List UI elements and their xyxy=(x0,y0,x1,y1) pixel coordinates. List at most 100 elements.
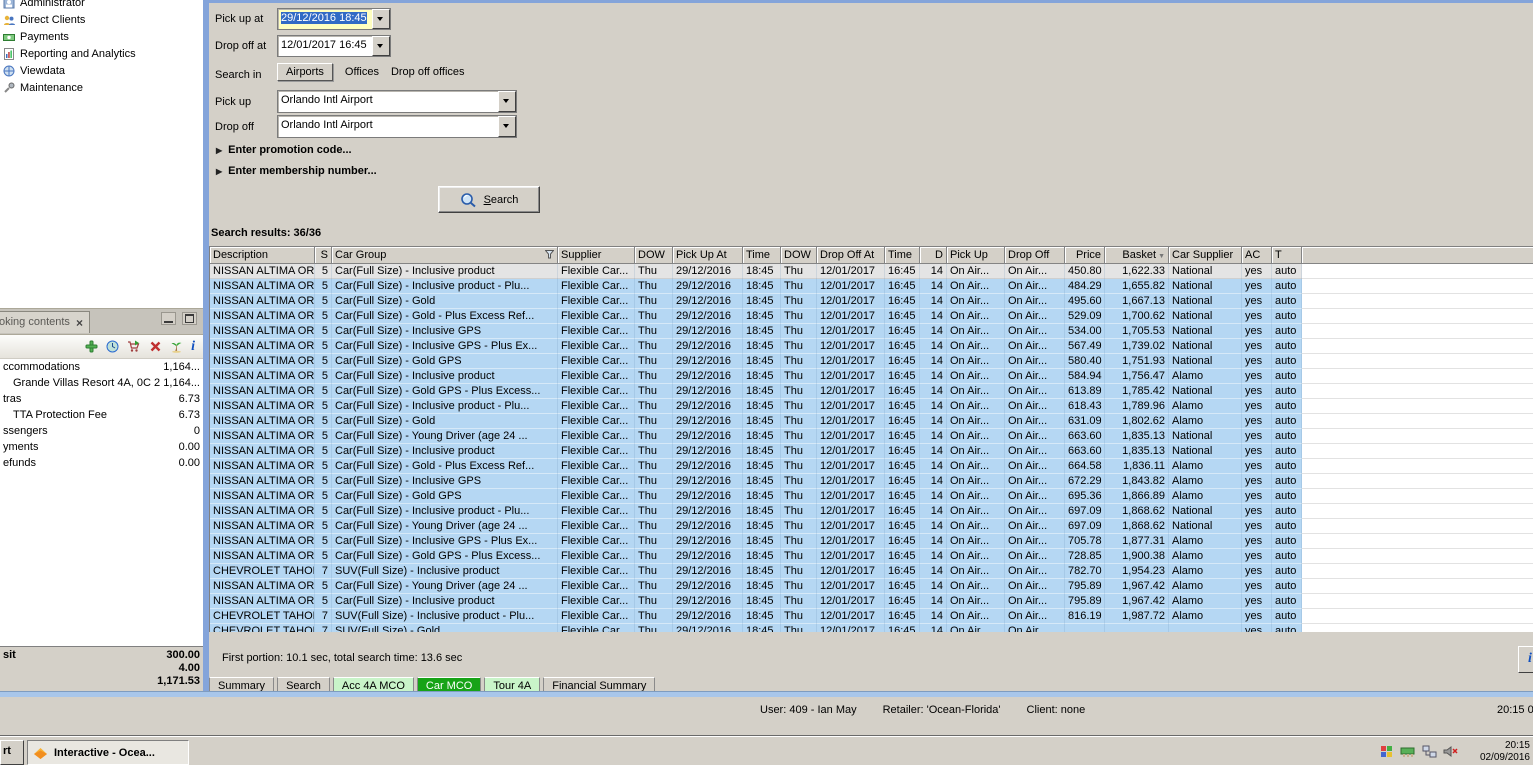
table-row[interactable]: CHEVROLET TAHOE ...7SUV(Full Size) - Inc… xyxy=(210,564,1302,579)
delete-icon[interactable] xyxy=(149,340,162,353)
column-header-description[interactable]: Description xyxy=(210,247,315,264)
column-header-ac[interactable]: AC xyxy=(1242,247,1272,264)
column-header-d[interactable]: D xyxy=(920,247,947,264)
table-row[interactable]: NISSAN ALTIMA OR ...5Car(Full Size) - In… xyxy=(210,444,1302,459)
table-cell: auto xyxy=(1272,354,1302,369)
sidebar-item-maintenance[interactable]: Maintenance xyxy=(3,79,201,96)
table-row[interactable]: NISSAN ALTIMA OR ...5Car(Full Size) - Go… xyxy=(210,354,1302,369)
chevron-down-icon[interactable] xyxy=(372,9,390,29)
table-row[interactable]: NISSAN ALTIMA OR ...5Car(Full Size) - In… xyxy=(210,504,1302,519)
booking-item[interactable]: tras6.73 xyxy=(0,391,203,407)
booking-item[interactable]: efunds0.00 xyxy=(0,455,203,471)
column-header-supplier[interactable]: Supplier xyxy=(558,247,635,264)
table-row[interactable]: NISSAN ALTIMA OR ...5Car(Full Size) - In… xyxy=(210,594,1302,609)
palm-tree-icon[interactable] xyxy=(170,340,183,353)
promotion-code-expander[interactable]: ▶ Enter promotion code... xyxy=(216,144,352,156)
table-cell: 29/12/2016 xyxy=(673,429,743,444)
booking-item[interactable]: Grande Villas Resort 4A, 0C 21,164... xyxy=(0,375,203,391)
column-header-t[interactable]: T xyxy=(1272,247,1302,264)
tray-clock[interactable]: 20:15 02/09/2016 xyxy=(1466,739,1530,764)
table-cell: 29/12/2016 xyxy=(673,264,743,279)
pickup-location-select[interactable]: Orlando Intl Airport xyxy=(277,90,517,113)
table-row[interactable]: NISSAN ALTIMA OR ...5Car(Full Size) - In… xyxy=(210,264,1302,279)
info-button[interactable]: i xyxy=(1518,646,1533,673)
search-in-tab-offices[interactable]: Offices xyxy=(345,64,379,80)
table-row[interactable]: NISSAN ALTIMA OR ...5Car(Full Size) - Go… xyxy=(210,489,1302,504)
column-header-price[interactable]: Price xyxy=(1065,247,1105,264)
column-header-s[interactable]: S xyxy=(315,247,332,264)
table-row[interactable]: NISSAN ALTIMA OR ...5Car(Full Size) - Yo… xyxy=(210,579,1302,594)
column-header-pick-up-at[interactable]: Pick Up At xyxy=(673,247,743,264)
table-cell: 1,835.13 xyxy=(1105,429,1169,444)
table-cell: Thu xyxy=(635,324,673,339)
table-row[interactable]: NISSAN ALTIMA OR ...5Car(Full Size) - Go… xyxy=(210,549,1302,564)
column-header-pick-up[interactable]: Pick Up xyxy=(947,247,1005,264)
info-icon[interactable]: i xyxy=(191,339,195,355)
clock-icon[interactable] xyxy=(106,340,119,353)
sidebar-item-payments[interactable]: Payments xyxy=(3,28,201,45)
pickup-at-field[interactable]: 29/12/2016 18:45 xyxy=(277,8,391,30)
table-cell: Thu xyxy=(781,549,817,564)
column-header-car-supplier[interactable]: Car Supplier xyxy=(1169,247,1242,264)
search-button[interactable]: Search xyxy=(438,186,540,213)
table-cell: 5 xyxy=(315,444,332,459)
maximize-icon[interactable] xyxy=(182,312,197,325)
search-in-tab-airports[interactable]: Airports xyxy=(277,63,333,81)
membership-number-expander[interactable]: ▶ Enter membership number... xyxy=(216,165,377,177)
sidebar-item-reporting-and-analytics[interactable]: Reporting and Analytics xyxy=(3,45,201,62)
search-in-tab-drop-off-offices[interactable]: Drop off offices xyxy=(391,64,465,80)
network-connection-icon[interactable] xyxy=(1422,745,1437,758)
table-row[interactable]: NISSAN ALTIMA OR ...5Car(Full Size) - Go… xyxy=(210,294,1302,309)
sidebar-item-direct-clients[interactable]: Direct Clients xyxy=(3,11,201,28)
close-icon[interactable]: × xyxy=(76,317,83,329)
chevron-down-icon[interactable] xyxy=(498,116,516,137)
booking-item[interactable]: yments0.00 xyxy=(0,439,203,455)
column-header-time[interactable]: Time xyxy=(885,247,920,264)
column-header-drop-off[interactable]: Drop Off xyxy=(1005,247,1065,264)
filter-icon[interactable] xyxy=(545,250,554,259)
table-row[interactable]: CHEVROLET TAHOE ...7SUV(Full Size) - Inc… xyxy=(210,609,1302,624)
taskbar-window-button[interactable]: Interactive - Ocea... xyxy=(27,740,189,765)
minimize-icon[interactable] xyxy=(161,312,176,325)
booking-item[interactable]: ssengers0 xyxy=(0,423,203,439)
column-header-basket[interactable]: Basket▼ xyxy=(1105,247,1169,264)
table-cell: Car(Full Size) - Gold xyxy=(332,414,558,429)
table-row[interactable]: NISSAN ALTIMA OR ...5Car(Full Size) - Yo… xyxy=(210,519,1302,534)
table-row[interactable]: NISSAN ALTIMA OR ...5Car(Full Size) - Go… xyxy=(210,384,1302,399)
table-row[interactable]: NISSAN ALTIMA OR ...5Car(Full Size) - In… xyxy=(210,474,1302,489)
table-row[interactable]: NISSAN ALTIMA OR ...5Car(Full Size) - Go… xyxy=(210,459,1302,474)
start-button[interactable]: rt xyxy=(0,740,24,765)
table-row[interactable]: NISSAN ALTIMA OR ...5Car(Full Size) - In… xyxy=(210,399,1302,414)
network-card-icon[interactable] xyxy=(1400,745,1416,758)
column-header-time[interactable]: Time xyxy=(743,247,781,264)
sidebar-item-viewdata[interactable]: Viewdata xyxy=(3,62,201,79)
column-header-car-group[interactable]: Car Group xyxy=(332,247,558,264)
column-header-dow[interactable]: DOW xyxy=(635,247,673,264)
table-row[interactable]: NISSAN ALTIMA OR ...5Car(Full Size) - Go… xyxy=(210,309,1302,324)
table-row[interactable]: NISSAN ALTIMA OR ...5Car(Full Size) - In… xyxy=(210,324,1302,339)
chevron-down-icon[interactable] xyxy=(498,91,516,112)
table-row[interactable]: NISSAN ALTIMA OR ...5Car(Full Size) - Go… xyxy=(210,414,1302,429)
table-cell: 18:45 xyxy=(743,429,781,444)
volume-muted-icon[interactable] xyxy=(1443,745,1458,758)
table-row[interactable]: NISSAN ALTIMA OR ...5Car(Full Size) - In… xyxy=(210,279,1302,294)
sidebar-item-administrator[interactable]: Administrator xyxy=(3,0,201,11)
booking-item[interactable]: TTA Protection Fee6.73 xyxy=(0,407,203,423)
column-header-drop-off-at[interactable]: Drop Off At xyxy=(817,247,885,264)
dropoff-at-field[interactable]: 12/01/2017 16:45 xyxy=(277,35,391,57)
table-row[interactable]: CHEVROLET TAHOE ...7SUV(Full Size) - Gol… xyxy=(210,624,1302,632)
booking-contents-tab[interactable]: oking contents × xyxy=(0,311,90,333)
chevron-down-icon[interactable] xyxy=(372,36,390,56)
booking-item[interactable]: ccommodations1,164... xyxy=(0,359,203,375)
table-row[interactable]: NISSAN ALTIMA OR ...5Car(Full Size) - In… xyxy=(210,369,1302,384)
table-cell: auto xyxy=(1272,429,1302,444)
table-row[interactable]: NISSAN ALTIMA OR ...5Car(Full Size) - Yo… xyxy=(210,429,1302,444)
table-row[interactable]: NISSAN ALTIMA OR ...5Car(Full Size) - In… xyxy=(210,339,1302,354)
table-row[interactable]: NISSAN ALTIMA OR ...5Car(Full Size) - In… xyxy=(210,534,1302,549)
add-icon[interactable] xyxy=(85,340,98,353)
system-icon[interactable] xyxy=(1380,745,1394,758)
column-header-dow[interactable]: DOW xyxy=(781,247,817,264)
dropoff-location-select[interactable]: Orlando Intl Airport xyxy=(277,115,517,138)
table-cell: 1,705.53 xyxy=(1105,324,1169,339)
cart-icon[interactable] xyxy=(127,340,141,353)
